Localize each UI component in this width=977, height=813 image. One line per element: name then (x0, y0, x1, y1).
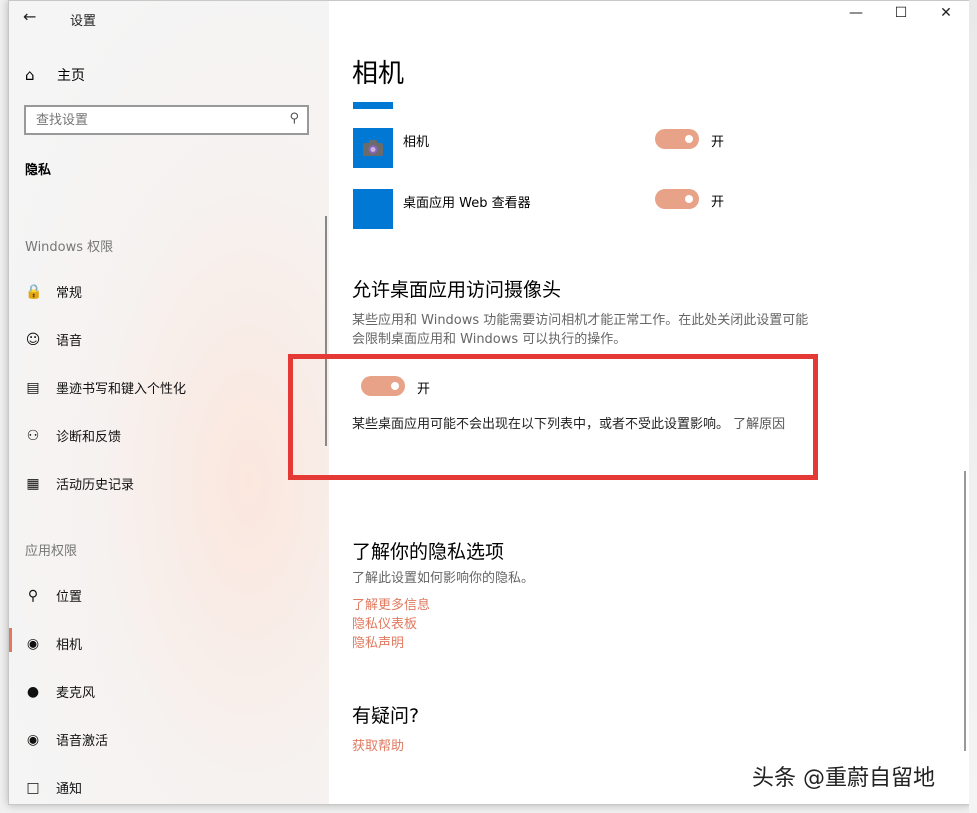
sidebar-item-label: 位置 (56, 590, 83, 605)
sidebar-item-label: 语音 (56, 334, 83, 349)
app-row-camera: 相机 (353, 128, 429, 168)
privacy-description: 了解此设置如何影响你的隐私。 (352, 571, 535, 586)
camera-app-toggle[interactable] (655, 129, 699, 149)
microphone-icon: ● (26, 683, 40, 700)
get-help-link[interactable]: 获取帮助 (352, 735, 404, 754)
timeline-icon: ▦ (26, 475, 40, 492)
window-title: 设置 (70, 14, 97, 29)
toggle-state-label: 开 (711, 195, 725, 210)
sidebar-item-location[interactable]: ⚲ 位置 (25, 586, 83, 606)
app-row-web-viewer: 桌面应用 Web 查看器 (353, 189, 531, 229)
sidebar-item-label: 活动历史记录 (56, 478, 135, 493)
settings-window: ← 设置 ⌂ 主页 ⚲ 隐私 Windows 权限 🔒 常规 ☺ 语音 ▤ 墨迹… (8, 0, 971, 805)
location-icon: ⚲ (27, 587, 39, 604)
search-input[interactable] (26, 107, 286, 133)
sidebar-item-label: 语音激活 (56, 734, 109, 749)
web-viewer-toggle[interactable] (655, 189, 699, 209)
sidebar-item-diagnostics[interactable]: ⚇ 诊断和反馈 (25, 426, 122, 446)
sidebar-item-speech[interactable]: ☺ 语音 (25, 330, 83, 350)
sidebar-item-label: 相机 (56, 638, 83, 653)
app-tile-partial (353, 102, 393, 109)
content-scrollbar[interactable] (964, 471, 966, 751)
camera-icon: ◉ (26, 635, 40, 652)
sidebar-item-activity-history[interactable]: ▦ 活动历史记录 (25, 474, 135, 494)
sidebar-item-notifications[interactable]: □ 通知 (25, 778, 83, 798)
voice-activation-icon: ◉ (26, 731, 40, 748)
sidebar: ← 设置 ⌂ 主页 ⚲ 隐私 Windows 权限 🔒 常规 ☺ 语音 ▤ 墨迹… (9, 1, 329, 804)
clipboard-icon: ▤ (26, 379, 40, 396)
speech-icon: ☺ (25, 331, 41, 348)
sidebar-item-label: 主页 (57, 68, 85, 84)
sidebar-item-label: 麦克风 (56, 686, 96, 701)
sidebar-item-microphone[interactable]: ● 麦克风 (25, 682, 96, 702)
desktop-apps-heading: 允许桌面应用访问摄像头 (352, 279, 562, 301)
background-window-edge (969, 0, 977, 813)
web-viewer-app-icon (353, 189, 393, 229)
privacy-dashboard-link[interactable]: 隐私仪表板 (352, 613, 417, 632)
minimize-icon[interactable]: — (841, 5, 871, 21)
sidebar-item-label: 诊断和反馈 (56, 430, 122, 445)
main-content: — ☐ ✕ 相机 相机 开 桌面应用 Web 查看器 开 允许桌面应用访问摄像头 (288, 1, 970, 804)
group-label-app-permissions: 应用权限 (25, 544, 78, 559)
back-arrow-icon[interactable]: ← (23, 7, 36, 26)
sidebar-item-inking-typing[interactable]: ▤ 墨迹书写和键入个性化 (25, 378, 187, 398)
lock-icon: 🔒 (25, 283, 43, 300)
desktop-apps-description: 某些应用和 Windows 功能需要访问相机才能正常工作。在此处关闭此设置可能会… (352, 313, 809, 347)
maximize-icon[interactable]: ☐ (886, 5, 916, 21)
sidebar-item-home[interactable]: ⌂ 主页 (25, 65, 85, 85)
feedback-icon: ⚇ (26, 427, 40, 444)
learn-more-link[interactable]: 了解更多信息 (352, 594, 430, 613)
sidebar-item-voice-activation[interactable]: ◉ 语音激活 (25, 730, 109, 750)
home-icon: ⌂ (25, 66, 35, 84)
toggle-state-label: 开 (711, 135, 725, 150)
app-name: 相机 (403, 135, 430, 150)
notification-icon: □ (26, 779, 40, 796)
questions-heading: 有疑问? (352, 705, 420, 727)
sidebar-item-general[interactable]: 🔒 常规 (25, 282, 83, 302)
group-label-windows-permissions: Windows 权限 (25, 240, 114, 255)
watermark: 头条 @重蔚自留地 (752, 766, 935, 791)
sidebar-item-camera[interactable]: ◉ 相机 (9, 628, 83, 653)
close-icon[interactable]: ✕ (931, 5, 961, 21)
privacy-statement-link[interactable]: 隐私声明 (352, 632, 404, 651)
page-title: 相机 (352, 59, 405, 89)
privacy-options-heading: 了解你的隐私选项 (352, 541, 505, 563)
sidebar-item-label: 常规 (56, 286, 83, 301)
search-box[interactable]: ⚲ (24, 105, 309, 135)
section-title: 隐私 (25, 163, 52, 178)
highlight-box (288, 354, 818, 480)
app-name: 桌面应用 Web 查看器 (403, 196, 531, 211)
search-icon[interactable]: ⚲ (289, 111, 299, 126)
camera-app-icon (353, 128, 393, 168)
sidebar-item-label: 通知 (56, 782, 83, 797)
sidebar-item-label: 墨迹书写和键入个性化 (56, 382, 187, 397)
